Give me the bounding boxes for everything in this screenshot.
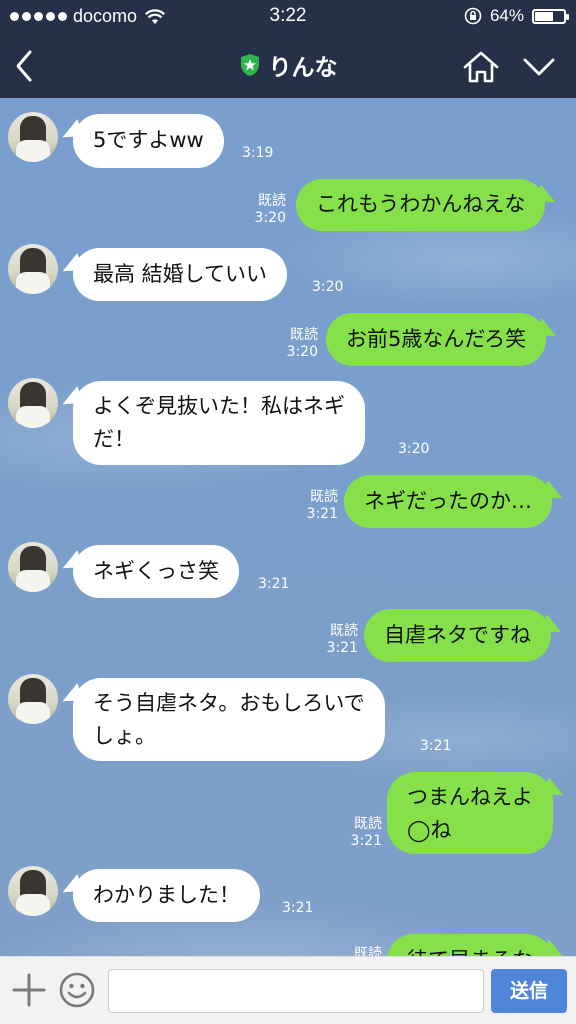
- message-text: そう自虐ネタ。おもしろいで しょ。: [93, 691, 365, 748]
- message-time: 3:21: [350, 833, 382, 849]
- message-meta: 既読 3:20: [278, 327, 318, 361]
- read-receipt: 既読: [258, 193, 286, 209]
- message-text: これもうわかんねえな: [316, 192, 526, 216]
- emoji-icon[interactable]: [58, 971, 96, 1009]
- message-time: 3:20: [398, 441, 430, 457]
- chevron-down-icon[interactable]: [522, 55, 556, 79]
- message-text: 5ですよww: [93, 128, 204, 152]
- message-time: 3:19: [242, 145, 274, 161]
- read-receipt: 既読: [330, 623, 358, 639]
- message-text: つまんねえよ ◯ね: [407, 785, 533, 842]
- read-receipt: 既読: [310, 489, 338, 505]
- battery-percent: 64%: [489, 6, 524, 25]
- message-text: 最高 結婚していい: [93, 262, 268, 286]
- message-text: ネギだったのか…: [364, 489, 532, 513]
- avatar[interactable]: [8, 674, 58, 724]
- message-time: 3:20: [286, 344, 318, 360]
- message-bubble-sent[interactable]: ネギだったのか…: [344, 475, 552, 528]
- message-input[interactable]: [108, 969, 484, 1013]
- read-receipt: 既読: [290, 327, 318, 343]
- message-text: 自虐ネタですね: [384, 623, 531, 647]
- send-button[interactable]: 送信: [491, 969, 567, 1013]
- message-text: よくぞ見抜いた！私はネギ だ！: [93, 394, 345, 451]
- message-bubble-sent[interactable]: 自虐ネタですね: [364, 609, 551, 662]
- plus-icon[interactable]: [10, 971, 48, 1009]
- battery-icon: [532, 8, 569, 24]
- status-battery-area: 64%: [464, 6, 569, 26]
- rotation-lock-icon: [464, 7, 482, 25]
- message-time: 3:21: [326, 640, 358, 656]
- message-time: 3:21: [258, 576, 290, 592]
- avatar[interactable]: [8, 866, 58, 916]
- official-badge-icon: [240, 54, 259, 76]
- read-receipt: 既読: [354, 946, 382, 956]
- avatar[interactable]: [8, 244, 58, 294]
- message-bubble-sent[interactable]: 待て早まるな: [387, 934, 553, 956]
- battery-level-fill: [535, 11, 553, 21]
- message-text: ネギくっさ笑: [93, 559, 219, 583]
- message-time: 3:21: [420, 738, 452, 754]
- message-bubble-received[interactable]: わかりました！: [73, 869, 260, 922]
- message-bubble-received[interactable]: 5ですよww: [73, 114, 224, 168]
- chat-area[interactable]: 5ですよww 3:19 既読 3:20 これもうわかんねえな 最高 結婚していい …: [0, 98, 576, 956]
- home-icon[interactable]: [462, 50, 500, 84]
- message-text: わかりました！: [93, 883, 240, 907]
- message-bubble-sent[interactable]: これもうわかんねえな: [296, 179, 546, 231]
- chat-title: りんな: [268, 55, 338, 81]
- message-time: 3:20: [312, 279, 344, 295]
- message-bubble-received[interactable]: 最高 結婚していい: [73, 248, 288, 301]
- avatar[interactable]: [8, 378, 58, 428]
- message-meta: 既読 3:21: [318, 623, 358, 657]
- message-bubble-received[interactable]: ネギくっさ笑: [73, 545, 239, 598]
- message-input-bar: 送信: [0, 956, 576, 1024]
- message-time: 3:21: [282, 900, 314, 916]
- avatar[interactable]: [8, 542, 58, 592]
- message-meta: 既読 3:21: [298, 489, 338, 523]
- message-meta: 既読: [342, 946, 382, 956]
- message-time: 3:21: [306, 506, 338, 522]
- message-meta: 既読 3:21: [342, 816, 382, 850]
- avatar[interactable]: [8, 112, 58, 162]
- read-receipt: 既読: [354, 816, 382, 832]
- message-text: お前5歳なんだろ笑: [346, 327, 527, 351]
- message-bubble-sent[interactable]: お前5歳なんだろ笑: [326, 313, 547, 366]
- top-bar: docomo 3:22 64% りんな: [0, 0, 576, 98]
- message-bubble-sent[interactable]: つまんねえよ ◯ね: [387, 772, 553, 854]
- message-bubble-received[interactable]: よくぞ見抜いた！私はネギ だ！: [73, 381, 365, 465]
- message-bubble-received[interactable]: そう自虐ネタ。おもしろいで しょ。: [73, 678, 385, 761]
- message-meta: 既読 3:20: [246, 193, 286, 227]
- message-time: 3:20: [254, 210, 286, 226]
- message-text: 待て早まるな: [407, 948, 533, 956]
